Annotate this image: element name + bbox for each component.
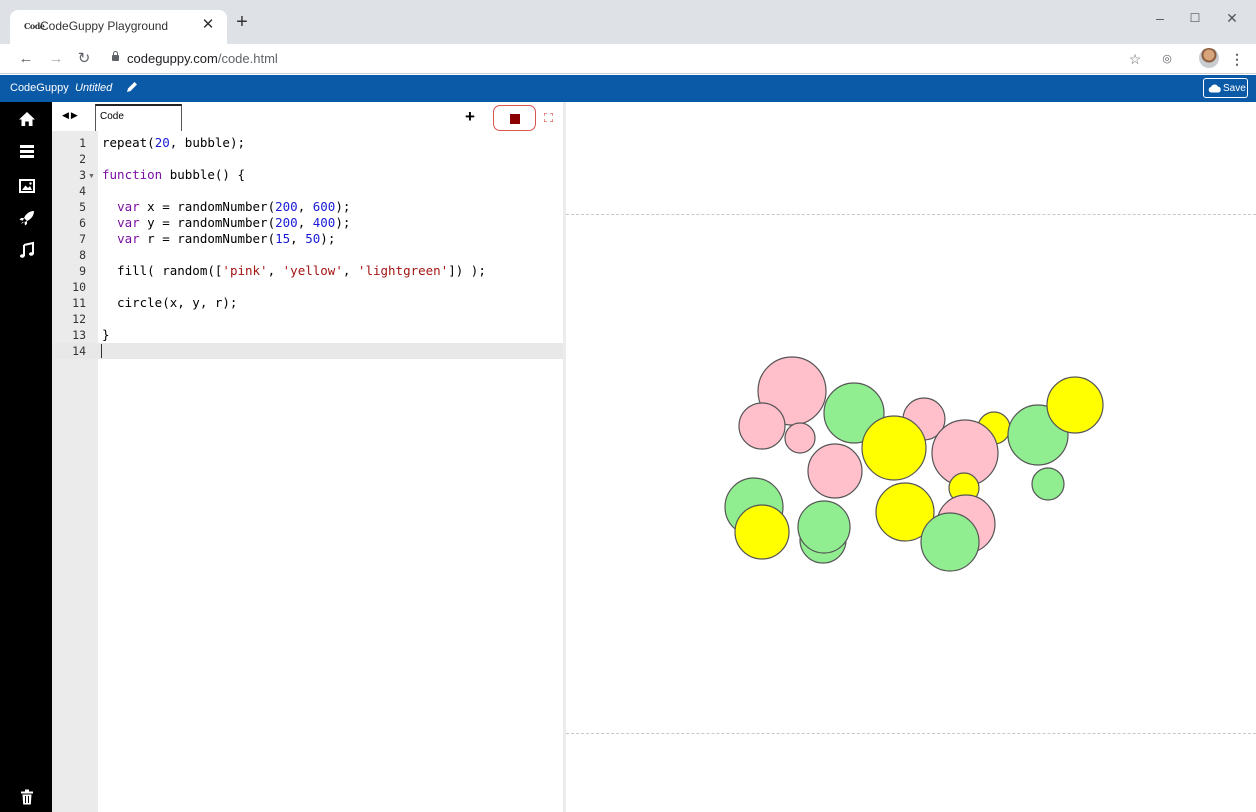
code-line[interactable]: var y = randomNumber(200, 400); bbox=[102, 215, 350, 231]
browser-menu-icon[interactable]: ⋮ bbox=[1228, 50, 1246, 68]
save-label: Save bbox=[1223, 83, 1246, 94]
bubble-circle bbox=[738, 402, 786, 450]
line-number: 3 bbox=[79, 168, 86, 182]
url-text: codeguppy.com/code.html bbox=[127, 51, 278, 66]
bubble-circle bbox=[1031, 467, 1065, 501]
line-number: 8 bbox=[79, 248, 86, 262]
bubble-circle bbox=[807, 443, 863, 499]
code-line[interactable]: var x = randomNumber(200, 600); bbox=[102, 199, 350, 215]
image-icon[interactable] bbox=[18, 177, 36, 195]
bubble-circle bbox=[1046, 376, 1104, 434]
cloud-icon bbox=[1208, 84, 1221, 93]
line-number: 13 bbox=[72, 328, 86, 342]
line-number: 9 bbox=[79, 264, 86, 278]
extension-icon[interactable]: ◎ bbox=[1158, 50, 1176, 68]
pencil-icon[interactable] bbox=[125, 80, 139, 94]
forward-icon[interactable]: → bbox=[47, 50, 65, 68]
output-canvas[interactable] bbox=[566, 214, 1256, 734]
toggle-panels-icon[interactable]: ◀▶ bbox=[62, 110, 80, 121]
trash-icon[interactable] bbox=[18, 788, 36, 806]
stop-icon bbox=[510, 114, 520, 124]
browser-tab-strip: Code CodeGuppy Playground ✕ + – ☐ ✕ bbox=[0, 0, 1256, 44]
tab-close-icon[interactable]: ✕ bbox=[199, 16, 217, 34]
line-number: 12 bbox=[72, 312, 86, 326]
line-number: 7 bbox=[79, 232, 86, 246]
code-line[interactable]: function bubble() { bbox=[102, 167, 245, 183]
address-bar[interactable]: codeguppy.com/code.html bbox=[108, 47, 1108, 71]
lock-icon bbox=[112, 51, 119, 61]
line-number: 10 bbox=[72, 280, 86, 294]
tab-title: CodeGuppy Playground bbox=[40, 19, 169, 33]
browser-tab[interactable]: Code CodeGuppy Playground ✕ bbox=[10, 10, 227, 44]
profile-avatar[interactable] bbox=[1199, 48, 1219, 68]
line-number: 5 bbox=[79, 200, 86, 214]
code-line[interactable]: circle(x, y, r); bbox=[102, 295, 237, 311]
line-number: 1 bbox=[79, 136, 86, 150]
brand-name[interactable]: CodeGuppy bbox=[10, 82, 69, 94]
sidebar bbox=[0, 102, 52, 812]
home-icon[interactable] bbox=[18, 110, 36, 128]
text-cursor bbox=[101, 344, 102, 358]
line-number: 4 bbox=[79, 184, 86, 198]
code-line[interactable]: repeat(20, bubble); bbox=[102, 135, 245, 151]
line-number: 14 bbox=[72, 344, 86, 358]
tab-code[interactable]: Code bbox=[95, 104, 182, 131]
new-tab-button[interactable]: + bbox=[232, 12, 252, 33]
line-number: 11 bbox=[72, 296, 86, 310]
minimize-icon[interactable]: – bbox=[1152, 10, 1168, 26]
active-line-highlight bbox=[52, 343, 563, 359]
bookmark-star-icon[interactable]: ☆ bbox=[1126, 50, 1144, 68]
expand-editor-icon[interactable] bbox=[544, 113, 553, 122]
bubble-circle bbox=[734, 504, 790, 560]
menu-icon[interactable] bbox=[18, 142, 36, 160]
back-icon[interactable]: ← bbox=[17, 50, 35, 68]
save-button[interactable]: Save bbox=[1203, 78, 1248, 98]
bubble-circle bbox=[797, 500, 851, 554]
fold-arrow-icon[interactable]: ▼ bbox=[88, 173, 95, 180]
bubble-circle bbox=[861, 415, 927, 481]
project-name[interactable]: Untitled bbox=[75, 82, 112, 94]
music-icon[interactable] bbox=[18, 241, 36, 259]
line-number: 2 bbox=[79, 152, 86, 166]
browser-toolbar: ← → ↻ codeguppy.com/code.html ☆ ◎ ⋮ bbox=[0, 44, 1256, 74]
window-close-icon[interactable]: ✕ bbox=[1224, 10, 1240, 26]
bubble-circle bbox=[784, 422, 816, 454]
code-line[interactable]: } bbox=[102, 327, 110, 343]
line-number: 6 bbox=[79, 216, 86, 230]
add-tab-button[interactable]: + bbox=[465, 107, 475, 127]
reload-icon[interactable]: ↻ bbox=[75, 50, 93, 68]
app-header: CodeGuppy Untitled Save bbox=[0, 75, 1256, 102]
code-line[interactable]: fill( random(['pink', 'yellow', 'lightgr… bbox=[102, 263, 486, 279]
rocket-icon[interactable] bbox=[18, 209, 36, 227]
tab-code-label: Code bbox=[100, 111, 124, 122]
editor-toolbar: ◀▶ Code + bbox=[52, 102, 563, 131]
stop-button[interactable] bbox=[493, 105, 536, 131]
code-line[interactable]: var r = randomNumber(15, 50); bbox=[102, 231, 335, 247]
maximize-icon[interactable]: ☐ bbox=[1187, 10, 1203, 26]
bubble-circle bbox=[920, 512, 980, 572]
